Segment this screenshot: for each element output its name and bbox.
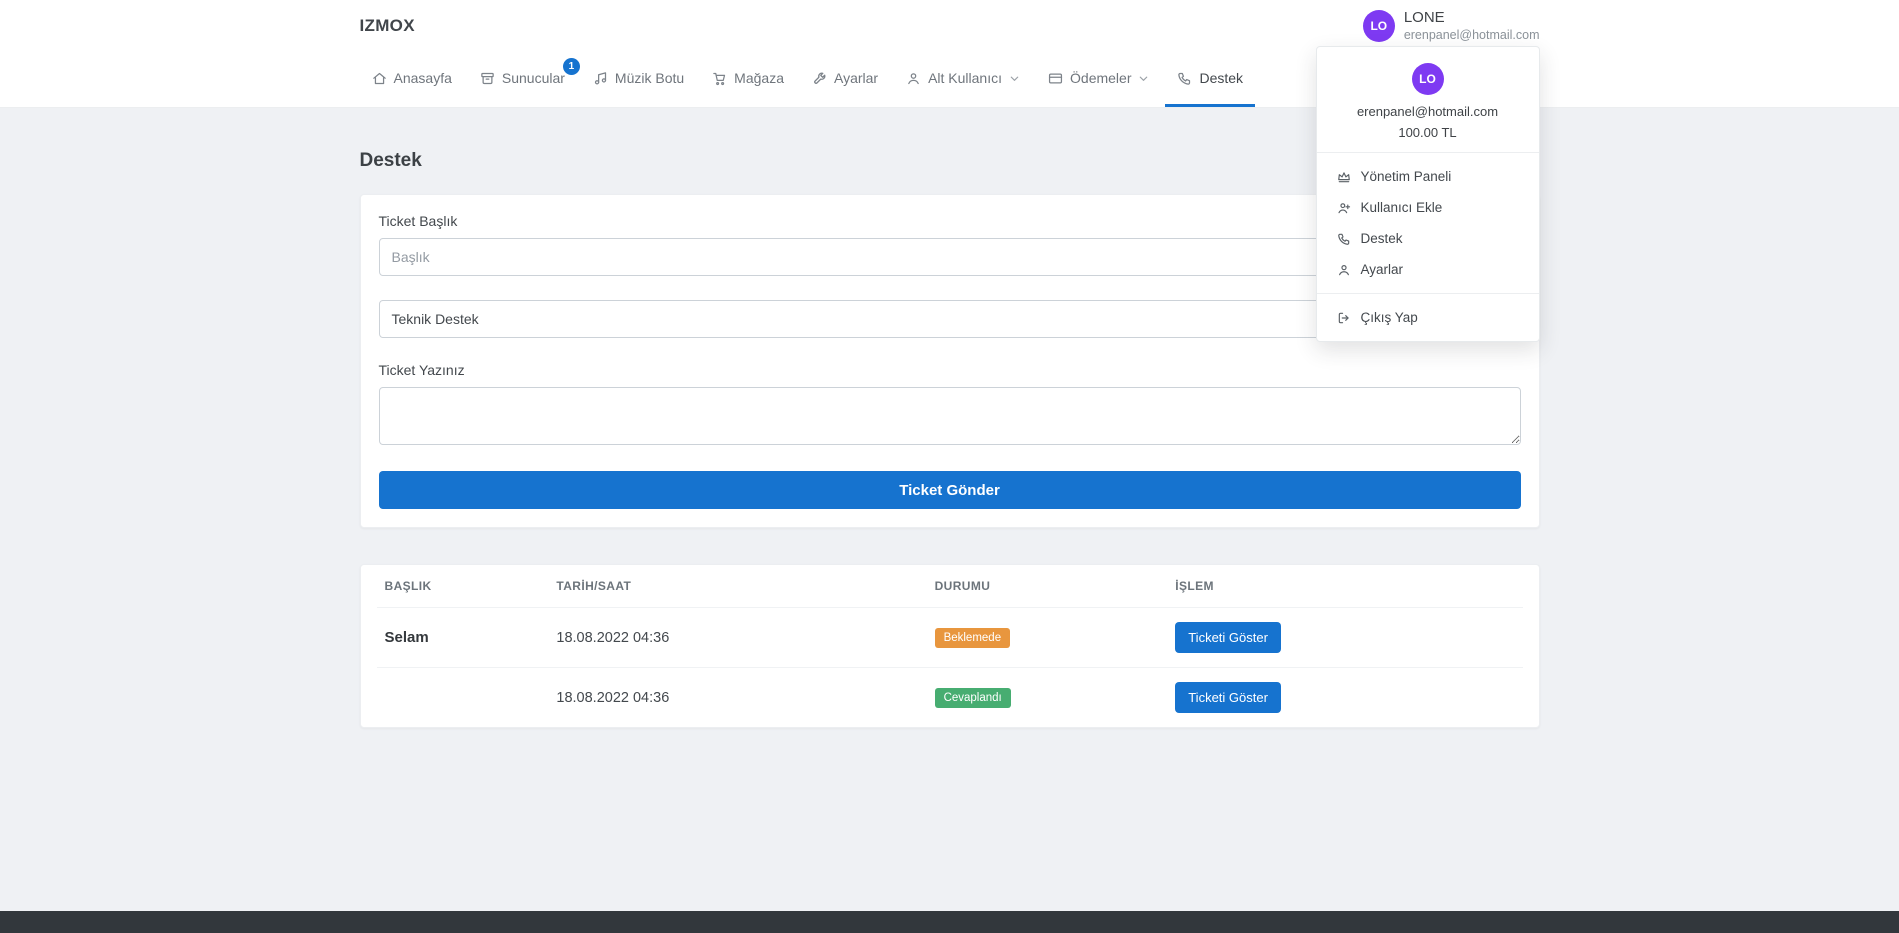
table-row: 18.08.2022 04:36 Cevaplandı Ticketi Göst… [377,668,1523,728]
user-icon [906,71,921,86]
music-icon [593,71,608,86]
table-header-row: BAŞLIK TARİH/SAAT DURUMU İŞLEM [377,565,1523,608]
nav-item-sunucular[interactable]: Sunucular 1 [468,52,577,107]
phone-icon [1177,71,1192,86]
column-header-tarih-saat: TARİH/SAAT [548,565,926,608]
nav-item-ayarlar[interactable]: Ayarlar [800,52,890,107]
menu-item-label: Kullanıcı Ekle [1361,200,1443,215]
home-icon [372,71,387,86]
cart-icon [712,71,727,86]
nav-item-muzik-botu[interactable]: Müzik Botu [581,52,696,107]
nav-item-magaza[interactable]: Mağaza [700,52,796,107]
column-header-islem: İŞLEM [1167,565,1522,608]
user-balance: 100.00 TL [1317,125,1539,140]
ticket-message-label: Ticket Yazınız [379,362,1521,378]
nav-item-odemeler[interactable]: Ödemeler [1036,52,1161,107]
chevron-down-icon [1009,73,1020,84]
menu-item-label: Çıkış Yap [1361,310,1418,325]
top-header: IZMOX LO LONE erenpanel@hotmail.com LO e… [0,0,1899,52]
menu-item-kullanici-ekle[interactable]: Kullanıcı Ekle [1317,192,1539,223]
nav-item-label: Ödemeler [1070,70,1131,86]
nav-item-label: Alt Kullanıcı [928,70,1002,86]
nav-item-destek[interactable]: Destek [1165,52,1255,107]
column-header-baslik: BAŞLIK [377,565,549,608]
ticket-datetime-cell: 18.08.2022 04:36 [548,608,926,668]
main-content: Destek Ticket Başlık Teknik Destek Ticke… [0,108,1899,911]
menu-item-cikis-yap[interactable]: Çıkış Yap [1317,302,1539,333]
table-row: Selam 18.08.2022 04:36 Beklemede Ticketi… [377,608,1523,668]
ticket-title-cell: Selam [377,608,549,668]
status-badge: Cevaplandı [935,688,1011,708]
ticket-message-textarea[interactable] [379,387,1521,445]
user-name: LONE [1404,9,1540,28]
tickets-table: BAŞLIK TARİH/SAAT DURUMU İŞLEM Selam 18.… [377,565,1523,727]
crown-icon [1337,170,1351,184]
server-count-badge: 1 [563,58,580,75]
menu-item-label: Yönetim Paneli [1361,169,1452,184]
menu-item-yonetim-paneli[interactable]: Yönetim Paneli [1317,161,1539,192]
user-menu-header: LO erenpanel@hotmail.com 100.00 TL [1317,63,1539,152]
show-ticket-button[interactable]: Ticketi Göster [1175,622,1281,653]
avatar: LO [1412,63,1444,95]
menu-item-ayarlar[interactable]: Ayarlar [1317,254,1539,285]
user-dropdown-menu: LO erenpanel@hotmail.com 100.00 TL Yönet… [1316,46,1540,342]
user-icon [1337,263,1351,277]
header-user-chip[interactable]: LO LONE erenpanel@hotmail.com [1363,9,1540,43]
chevron-down-icon [1138,73,1149,84]
nav-item-alt-kullanici[interactable]: Alt Kullanıcı [894,52,1032,107]
menu-item-destek[interactable]: Destek [1317,223,1539,254]
tickets-table-card: BAŞLIK TARİH/SAAT DURUMU İŞLEM Selam 18.… [360,564,1540,728]
nav-item-label: Anasayfa [394,70,452,86]
page-footer [0,911,1899,933]
status-badge: Beklemede [935,628,1011,648]
nav-item-label: Müzik Botu [615,70,684,86]
ticket-submit-button[interactable]: Ticket Gönder [379,471,1521,509]
nav-item-label: Ayarlar [834,70,878,86]
wrench-icon [812,71,827,86]
nav-item-label: Destek [1199,70,1243,86]
brand-logo[interactable]: IZMOX [360,16,415,36]
menu-item-label: Destek [1361,231,1403,246]
logout-icon [1337,311,1351,325]
server-icon [480,71,495,86]
user-plus-icon [1337,201,1351,215]
nav-item-anasayfa[interactable]: Anasayfa [360,52,464,107]
ticket-datetime-cell: 18.08.2022 04:36 [548,668,926,728]
nav-item-label: Mağaza [734,70,784,86]
card-icon [1048,71,1063,86]
phone-icon [1337,232,1351,246]
ticket-title-cell [377,668,549,728]
column-header-durumu: DURUMU [927,565,1168,608]
show-ticket-button[interactable]: Ticketi Göster [1175,682,1281,713]
menu-item-label: Ayarlar [1361,262,1404,277]
user-email: erenpanel@hotmail.com [1404,28,1540,44]
main-nav: Anasayfa Sunucular 1 Müzik Botu Mağaza [0,52,1899,108]
avatar: LO [1363,10,1395,42]
nav-item-label: Sunucular [502,70,565,86]
user-menu-email: erenpanel@hotmail.com [1317,104,1539,119]
